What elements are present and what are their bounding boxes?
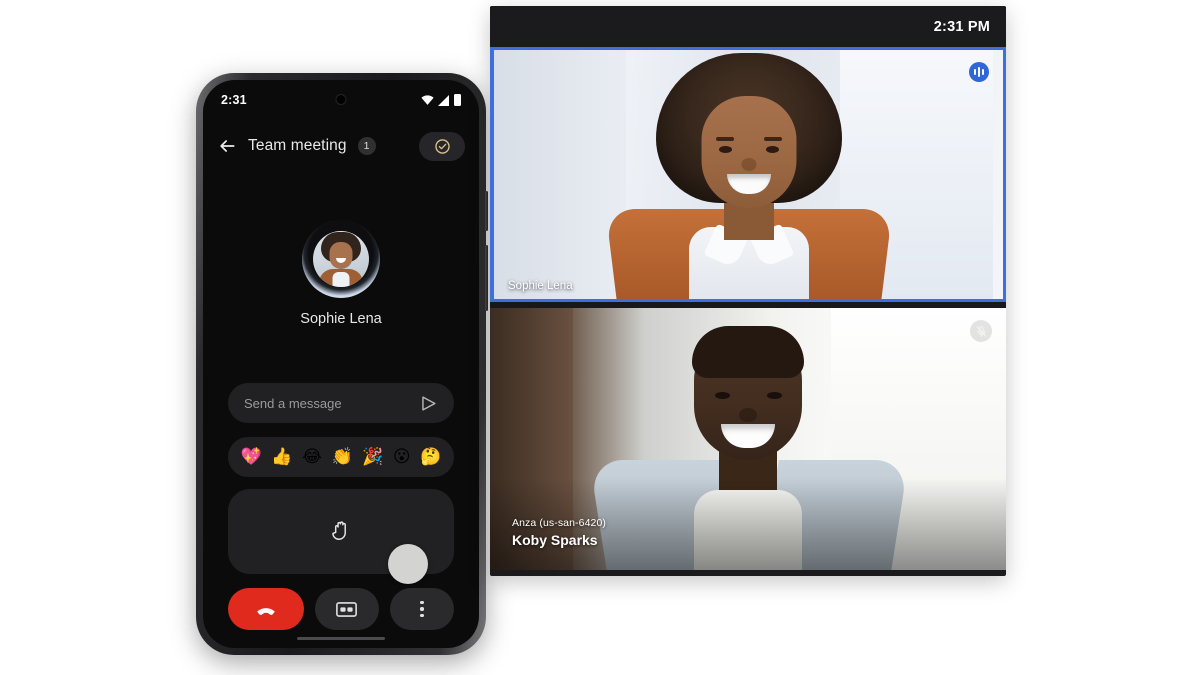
check-circle-icon [434, 138, 450, 154]
video-tile-koby[interactable]: Anza (us-san-6420) Koby Sparks [490, 308, 1006, 570]
active-speaker-block: Sophie Lena [203, 220, 479, 327]
tile-participant-labels: Anza (us-san-6420) Koby Sparks [512, 517, 606, 548]
message-placeholder: Send a message [244, 395, 342, 411]
avatar [313, 231, 369, 287]
scene-wall [494, 50, 627, 299]
surprised-emoji[interactable]: 😮 [393, 448, 411, 466]
back-arrow-icon[interactable] [217, 136, 237, 156]
person2-nose [739, 408, 757, 422]
end-call-button[interactable] [228, 588, 304, 630]
person-brow-left [715, 137, 734, 141]
send-message-field[interactable]: Send a message [228, 383, 454, 423]
send-icon[interactable] [419, 394, 438, 413]
pointer-cursor-dot [388, 544, 428, 584]
closed-captions-icon [336, 601, 358, 617]
laughing-emoji[interactable]: 😂 [302, 448, 322, 466]
meeting-safety-button[interactable] [419, 131, 465, 161]
person2-eye-right [767, 392, 782, 399]
active-speaker-name: Sophie Lena [300, 311, 382, 327]
muted-microphone-badge [970, 320, 992, 342]
meeting-title: Team meeting [248, 137, 347, 154]
hang-up-icon [257, 608, 275, 615]
home-indicator[interactable] [297, 636, 385, 640]
clapping-emoji[interactable]: 👏 [331, 448, 352, 466]
tile-participant-room: Anza (us-san-6420) [512, 517, 607, 529]
avatar-shirt [332, 272, 350, 287]
more-options-button[interactable] [389, 588, 455, 630]
raise-hand-icon[interactable] [330, 519, 352, 543]
sparkling-heart-emoji[interactable]: 💖 [241, 448, 262, 466]
thinking-emoji[interactable]: 🤔 [420, 448, 441, 466]
video-tile-sophie[interactable]: Sophie Lena [490, 47, 1006, 302]
tile-participant-name: Koby Sparks [512, 532, 598, 548]
screenshot-root: 2:31 Team meeting 1 Sophie Lena Send a m… [0, 0, 1200, 675]
speaking-ring [302, 220, 380, 298]
participant-count-badge: 1 [357, 137, 376, 155]
person-brow-right [763, 137, 782, 141]
video-feed-sophie [494, 50, 1003, 299]
more-vertical-icon [420, 600, 424, 618]
tile-participant-name: Sophie Lena [508, 280, 573, 292]
phone-device: 2:31 Team meeting 1 Sophie Lena Send a m… [196, 73, 488, 655]
status-bar-time: 2:31 [221, 93, 247, 107]
avatar-face [329, 242, 353, 269]
signal-icon [438, 94, 449, 106]
muted-microphone-icon [976, 325, 986, 337]
person-eye-right [765, 146, 779, 153]
person-nose [741, 158, 756, 171]
person-eye-left [718, 146, 732, 153]
party-popper-emoji[interactable]: 🎉 [362, 448, 383, 466]
wifi-icon [421, 95, 434, 105]
volume-button[interactable] [485, 245, 488, 311]
monitor-top-bar: 2:31 PM [490, 6, 1006, 47]
person2-eye-left [715, 392, 730, 399]
person2-hair [692, 326, 804, 378]
phone-app-bar: Team meeting 1 [203, 124, 479, 168]
raise-hand-panel[interactable] [228, 489, 454, 584]
phone-status-bar: 2:31 [203, 80, 479, 120]
phone-screen: 2:31 Team meeting 1 Sophie Lena Send a m… [203, 80, 479, 648]
power-button[interactable] [485, 191, 488, 231]
speaking-indicator-icon [969, 62, 989, 82]
monitor-clock: 2:31 PM [933, 18, 990, 35]
captions-button[interactable] [314, 588, 379, 630]
thumbs-up-emoji[interactable]: 👍 [271, 448, 292, 466]
emoji-reaction-bar: 💖 👍 😂 👏 🎉 😮 🤔 [228, 437, 454, 477]
status-bar-icons [421, 94, 461, 106]
call-controls-bar [228, 588, 455, 630]
battery-icon [454, 94, 461, 106]
desktop-meeting-window: 2:31 PM Sophie Lena Anza (us-san-6420) K… [490, 6, 1006, 576]
